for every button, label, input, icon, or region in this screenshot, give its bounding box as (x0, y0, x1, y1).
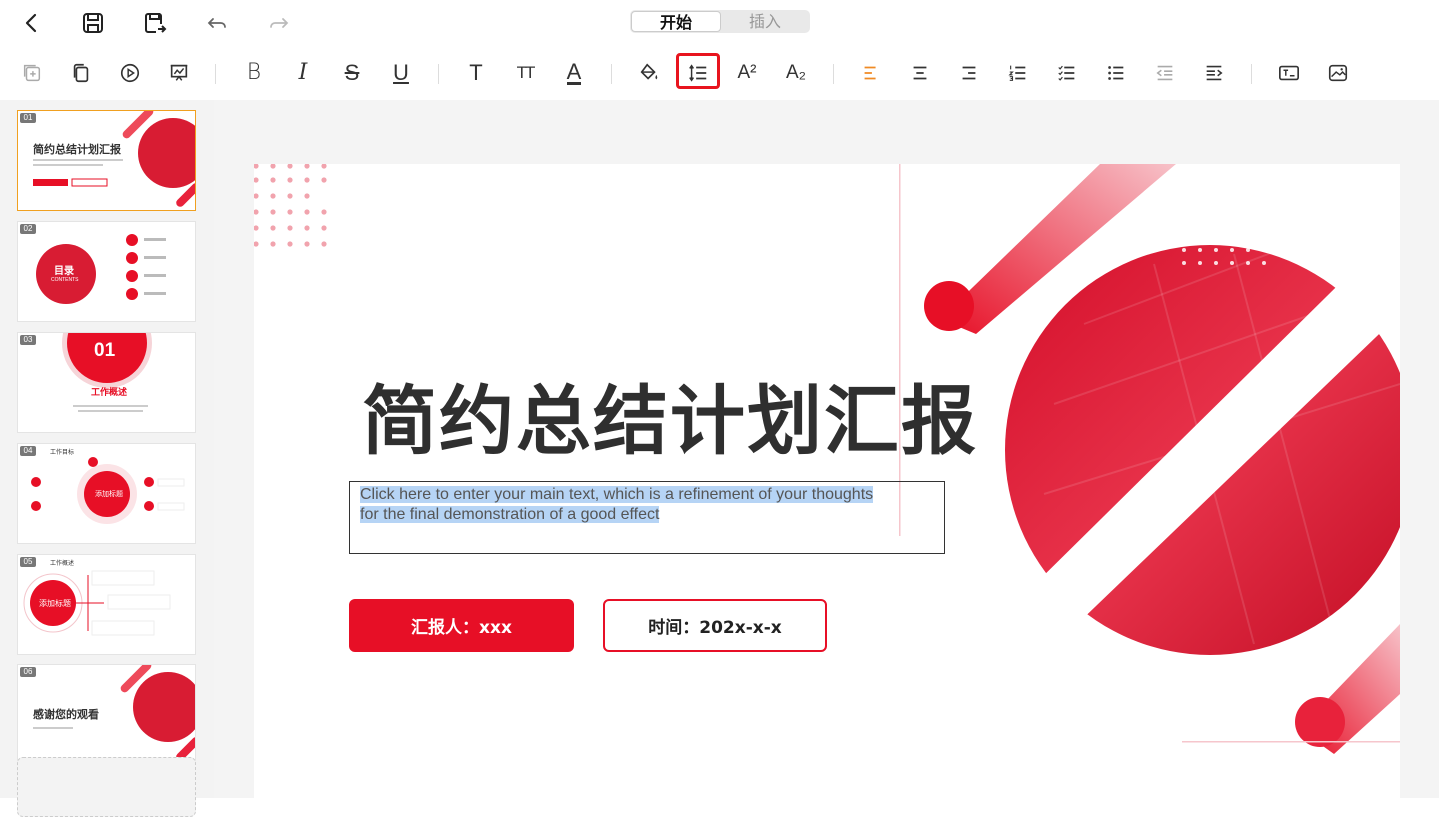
bold-icon[interactable]: B (239, 58, 269, 88)
present-icon[interactable] (164, 58, 194, 88)
play-icon[interactable] (115, 58, 145, 88)
copy-icon[interactable] (66, 58, 96, 88)
text-icon[interactable]: T (461, 58, 491, 88)
back-icon[interactable] (17, 8, 47, 38)
align-right-icon[interactable] (954, 58, 984, 88)
slide-thumb-03[interactable]: 03 01 工作概述 (17, 332, 196, 433)
tab-start[interactable]: 开始 (631, 11, 721, 32)
outdent-icon[interactable] (1150, 58, 1180, 88)
undo-icon[interactable] (202, 8, 232, 38)
main-text-box[interactable]: Click here to enter your main text, whic… (349, 481, 945, 554)
thumb-title: 简约总结计划汇报 (33, 144, 121, 156)
add-slide-button[interactable] (17, 757, 196, 817)
tab-insert[interactable]: 插入 (721, 11, 809, 32)
main-text-line-2: for the final demonstration of a good ef… (360, 506, 660, 523)
underline-glyph: U (393, 60, 409, 85)
font-size-icon[interactable]: TT (510, 58, 540, 88)
thumb-title: 工作目标 (50, 450, 75, 456)
mode-tabs: 开始 插入 (630, 10, 810, 33)
font-color-icon[interactable]: A (559, 58, 589, 88)
thumb-title: 目录 (54, 266, 74, 277)
thumb-center-label: 添加标题 (95, 491, 123, 498)
underline-icon[interactable]: U (386, 58, 416, 88)
thumb-decoration (36, 234, 166, 304)
align-center-icon[interactable] (905, 58, 935, 88)
top-bar: 开始 插入 (0, 0, 1439, 46)
slide-thumb-05[interactable]: 05 工作概述 添加标题 (17, 554, 196, 655)
slide-thumb-04[interactable]: 04 工作目标 添加标题 (17, 443, 196, 544)
fontsize-glyph: TT (516, 63, 536, 82)
save-icon[interactable] (78, 8, 108, 38)
image-icon[interactable] (1323, 58, 1353, 88)
checklist-icon[interactable] (1052, 58, 1082, 88)
thumb-title: 感谢您的观看 (33, 709, 99, 721)
thumb-subtitle: CONTENTS (51, 277, 79, 283)
thumb-title: 工作概述 (50, 561, 75, 567)
text-glyph: T (469, 60, 483, 85)
thumb-decoration (33, 111, 195, 207)
line-spacing-highlight (676, 53, 720, 89)
italic-icon[interactable]: I (288, 58, 318, 88)
slide-title[interactable]: 简约总结计划汇报 (362, 360, 978, 469)
strikethrough-icon[interactable]: S (337, 58, 367, 88)
fontcolor-glyph: A (566, 58, 582, 85)
fill-bucket-icon[interactable] (634, 58, 664, 88)
new-slide-icon[interactable] (17, 58, 47, 88)
strike-glyph: S (344, 60, 360, 85)
reporter-label[interactable]: 汇报人：xxx (349, 599, 574, 652)
thumb-center-label: 添加标题 (39, 599, 71, 608)
slide-thumb-06[interactable]: 06 感谢您的观看 (17, 664, 196, 765)
subscript-glyph: A₂ (785, 62, 807, 83)
redo-icon[interactable] (264, 8, 294, 38)
main-text-line-1: Click here to enter your main text, whic… (360, 486, 874, 503)
subscript-icon[interactable]: A₂ (781, 58, 811, 88)
slide-canvas: 简约总结计划汇报 Click here to enter your main t… (254, 164, 1400, 798)
italic-glyph: I (298, 60, 308, 85)
time-label[interactable]: 时间：202x-x-x (603, 599, 827, 652)
numbered-list-icon[interactable] (1003, 58, 1033, 88)
align-left-icon[interactable] (856, 58, 886, 88)
textbox-icon[interactable] (1274, 58, 1304, 88)
indent-icon[interactable] (1199, 58, 1229, 88)
thumb-badge: 01 (94, 340, 116, 361)
bullet-list-icon[interactable] (1101, 58, 1131, 88)
superscript-icon[interactable]: A² (732, 58, 762, 88)
slide-thumb-02[interactable]: 02 目录 CONTENTS (17, 221, 196, 322)
slide-thumb-01[interactable]: 01 简约总结计划汇报 (17, 110, 196, 211)
thumb-title: 工作概述 (91, 387, 128, 397)
superscript-glyph: A² (737, 62, 757, 83)
save-as-icon[interactable] (140, 8, 170, 38)
bold-glyph: B (246, 60, 262, 85)
